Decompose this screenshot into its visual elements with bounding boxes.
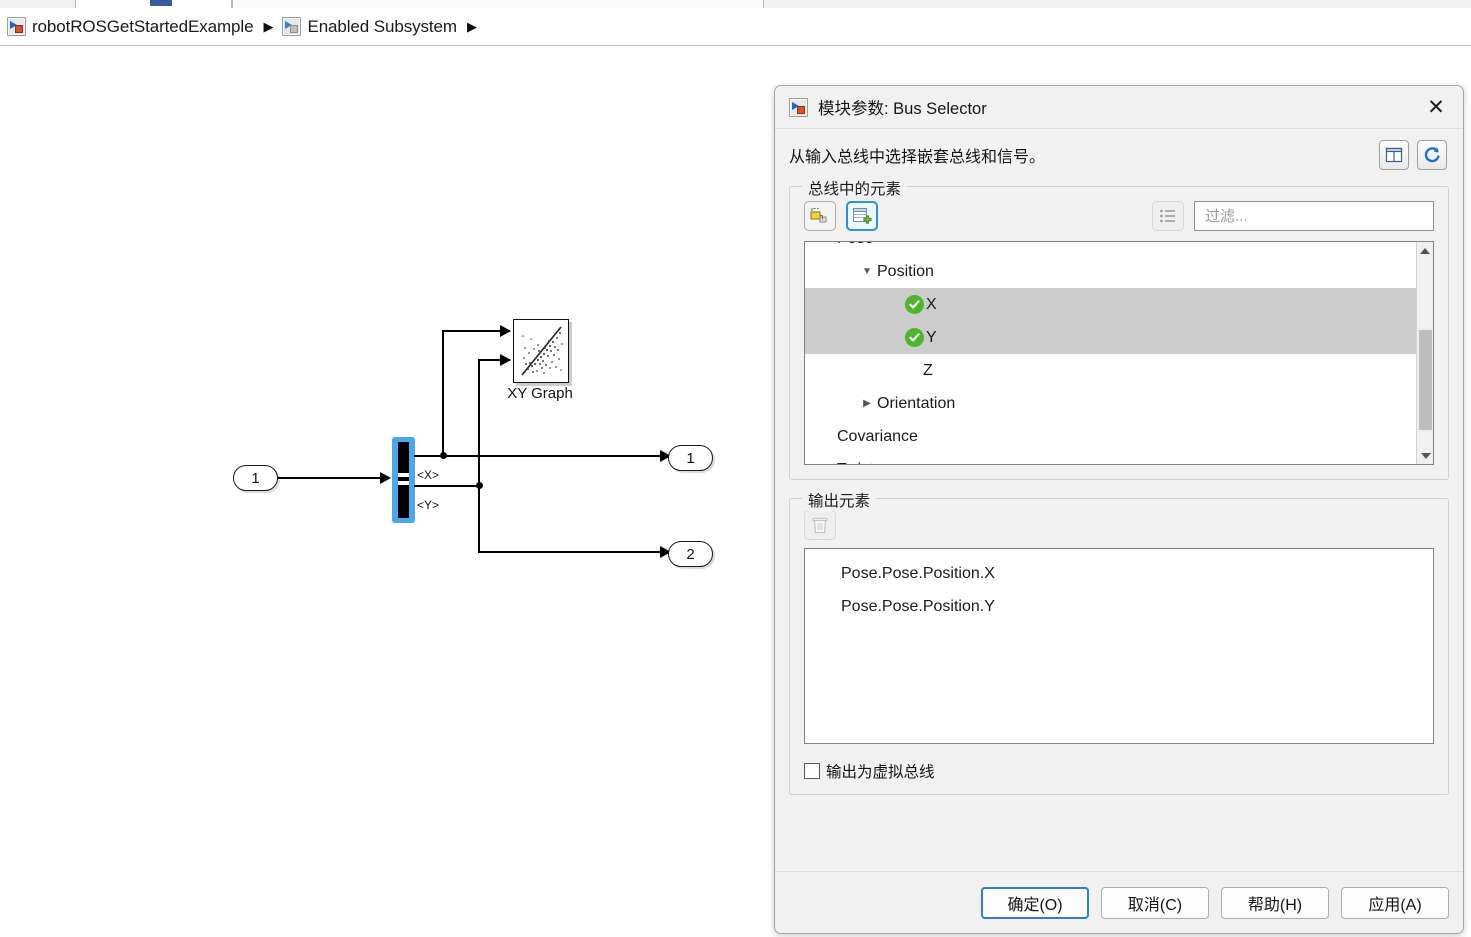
help-button[interactable]: 帮助(H) [1221, 886, 1329, 919]
list-view-icon[interactable] [1152, 201, 1184, 231]
tree-row-x[interactable]: X [805, 288, 1416, 321]
tree-label-covariance: Covariance [837, 427, 918, 445]
dialog-description-row: 从输入总线中选择嵌套总线和信号。 [775, 129, 1463, 176]
breadcrumb-item-subsystem[interactable]: Enabled Subsystem [282, 8, 457, 45]
wire-y-from-bus [414, 485, 480, 487]
tree-row-orientation[interactable]: ▶ Orientation [805, 387, 1416, 420]
breadcrumb-item-model[interactable]: robotROSGetStartedExample [7, 8, 254, 45]
virtual-bus-checkbox-row[interactable]: 输出为虚拟总线 [790, 756, 1448, 794]
breadcrumb-separator-2: ▶ [466, 18, 477, 34]
tab-active-indicator [150, 0, 172, 6]
bus-elements-tree[interactable]: Pose ▼ Position X [804, 241, 1434, 465]
xy-graph-block[interactable] [513, 319, 569, 383]
breadcrumb: robotROSGetStartedExample ▶ Enabled Subs… [0, 8, 1471, 46]
inport-label-1: 1 [251, 469, 260, 487]
bus-selector-notch-2 [398, 481, 409, 485]
inport-block-1[interactable]: 1 [233, 465, 278, 491]
output-elements-group: 输出元素 Pose.Pose.Position.X Pose.Pose.Posi… [789, 489, 1449, 795]
wire-y-branch-up [478, 359, 480, 485]
scroll-up-icon[interactable] [1417, 242, 1433, 259]
check-circle-icon-y[interactable] [905, 328, 924, 347]
filter-input[interactable] [1203, 206, 1425, 226]
bus-selector-block[interactable] [392, 437, 415, 523]
apply-button[interactable]: 应用(A) [1341, 886, 1449, 919]
output-list-item-2[interactable]: Pose.Pose.Position.Y [805, 590, 1433, 623]
outport-label-1: 1 [686, 449, 695, 467]
xy-graph-label: XY Graph [507, 385, 573, 402]
add-element-icon[interactable] [846, 201, 878, 231]
simulink-subsystem-icon [282, 17, 302, 36]
outport-block-1[interactable]: 1 [668, 445, 713, 471]
tree-row-z[interactable]: Z [805, 354, 1416, 387]
dialog-footer: 确定(O) 取消(C) 帮助(H) 应用(A) [775, 871, 1463, 933]
output-elements-group-label: 输出元素 [802, 489, 877, 511]
tree-row-twist[interactable]: ▶ Twist [805, 453, 1416, 465]
wire-x-branch-vertical [442, 330, 444, 455]
tree-label-position: Position [877, 262, 934, 280]
dialog-title: 模块参数: Bus Selector [818, 100, 987, 118]
bus-port-label-x: <X> [417, 468, 440, 482]
outport-block-2[interactable]: 2 [668, 541, 713, 567]
scroll-thumb[interactable] [1419, 330, 1432, 430]
layout-panel-icon[interactable] [1379, 140, 1409, 170]
output-elements-toolbar [790, 499, 1448, 548]
trash-icon[interactable] [804, 510, 836, 540]
arrow-xygraph-input2 [500, 354, 511, 366]
tree-label-orientation: Orientation [877, 394, 956, 412]
output-elements-list[interactable]: Pose.Pose.Position.X Pose.Pose.Position.… [804, 548, 1434, 744]
tree-label-twist: Twist [837, 461, 873, 465]
breadcrumb-label-subsystem: Enabled Subsystem [307, 16, 457, 36]
tree-row-y[interactable]: Y [805, 321, 1416, 354]
virtual-bus-checkbox[interactable] [804, 763, 820, 779]
bus-selector-notch-1 [398, 473, 409, 477]
tree-vertical-scrollbar[interactable] [1416, 242, 1433, 464]
dialog-title-bar: 模块参数: Bus Selector ✕ [775, 86, 1463, 129]
bus-selector-body [398, 442, 409, 518]
filter-input-wrapper[interactable] [1194, 201, 1434, 231]
tree-row-covariance[interactable]: Covariance [805, 420, 1416, 453]
select-signal-icon[interactable] [804, 201, 836, 231]
chevron-down-icon[interactable]: ▼ [857, 266, 877, 277]
bus-port-label-y: <Y> [417, 498, 440, 512]
simulink-block-icon [789, 97, 808, 117]
arrow-xygraph-input1 [500, 325, 511, 337]
simulink-model-icon [7, 17, 26, 36]
chevron-right-icon-orientation[interactable]: ▶ [857, 398, 877, 409]
block-parameters-dialog: 模块参数: Bus Selector ✕ 从输入总线中选择嵌套总线和信号。 总线… [774, 85, 1464, 934]
wire-y-branch-down [478, 485, 480, 553]
virtual-bus-checkbox-label: 输出为虚拟总线 [826, 764, 935, 781]
tab-segment-2[interactable] [232, 0, 764, 8]
scroll-down-icon[interactable] [1417, 447, 1433, 464]
dialog-description: 从输入总线中选择嵌套总线和信号。 [789, 149, 1046, 166]
bus-elements-tree-list: Pose ▼ Position X [805, 242, 1416, 465]
cancel-button[interactable]: 取消(C) [1101, 886, 1209, 919]
tree-label-pose: Pose [837, 242, 873, 248]
chevron-right-icon-twist[interactable]: ▶ [817, 464, 837, 465]
wire-inport-to-bus [278, 477, 382, 479]
close-icon[interactable]: ✕ [1421, 93, 1451, 121]
bus-elements-group: 总线中的元素 过滤... ▼ Position X Y Z ▶ Orientat… [789, 177, 1449, 480]
wire-y-to-outport2 [478, 551, 670, 553]
tree-label-z: Z [923, 361, 933, 379]
arrow-bus-input [380, 472, 391, 484]
check-circle-icon-x[interactable] [905, 295, 924, 314]
outport-label-2: 2 [686, 545, 695, 563]
tree-row-pose[interactable]: Pose [805, 242, 1416, 255]
ok-button[interactable]: 确定(O) [981, 886, 1089, 919]
tree-label-y: Y [926, 328, 937, 346]
breadcrumb-separator-1: ▶ [263, 18, 274, 34]
refresh-icon[interactable] [1417, 140, 1447, 170]
wire-x-to-outport1 [414, 455, 670, 457]
output-list-item-1[interactable]: Pose.Pose.Position.X [805, 557, 1433, 590]
tree-label-x: X [926, 295, 937, 313]
bus-elements-group-label: 总线中的元素 [802, 177, 908, 199]
tree-row-position[interactable]: ▼ Position [805, 255, 1416, 288]
xy-graph-scatter-icon [521, 326, 563, 376]
breadcrumb-label-model: robotROSGetStartedExample [32, 16, 254, 36]
